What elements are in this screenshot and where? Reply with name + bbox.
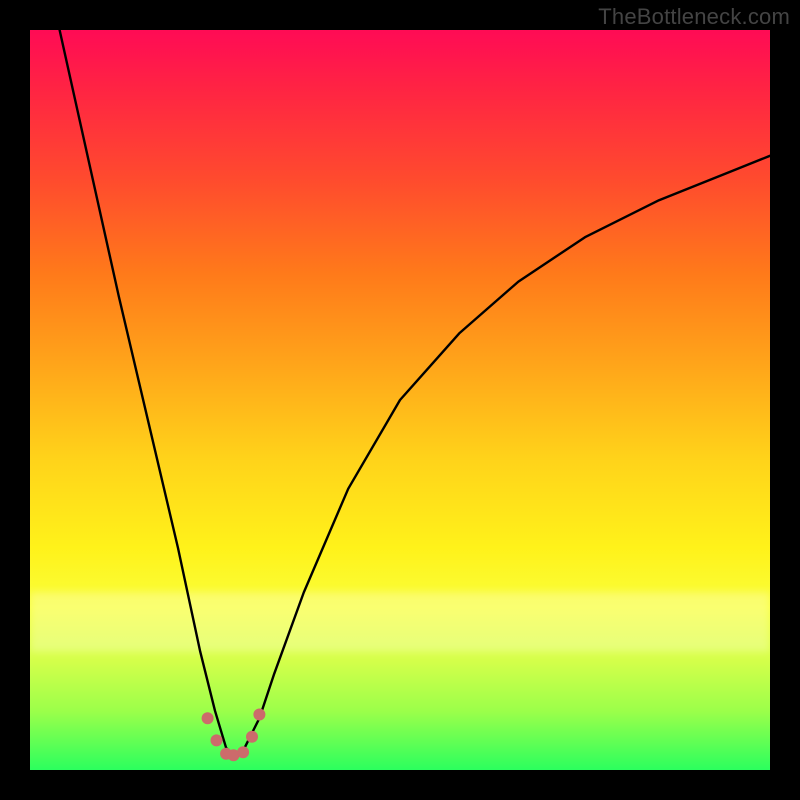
trough-dot bbox=[202, 712, 214, 724]
trough-dot bbox=[211, 734, 223, 746]
trough-dot bbox=[253, 709, 265, 721]
chart-svg bbox=[30, 30, 770, 770]
bottleneck-curve bbox=[60, 30, 770, 755]
chart-frame: TheBottleneck.com bbox=[0, 0, 800, 800]
trough-dot bbox=[246, 731, 258, 743]
watermark-text: TheBottleneck.com bbox=[598, 4, 790, 30]
plot-area bbox=[30, 30, 770, 770]
trough-dot bbox=[237, 746, 249, 758]
trough-markers bbox=[202, 709, 266, 762]
